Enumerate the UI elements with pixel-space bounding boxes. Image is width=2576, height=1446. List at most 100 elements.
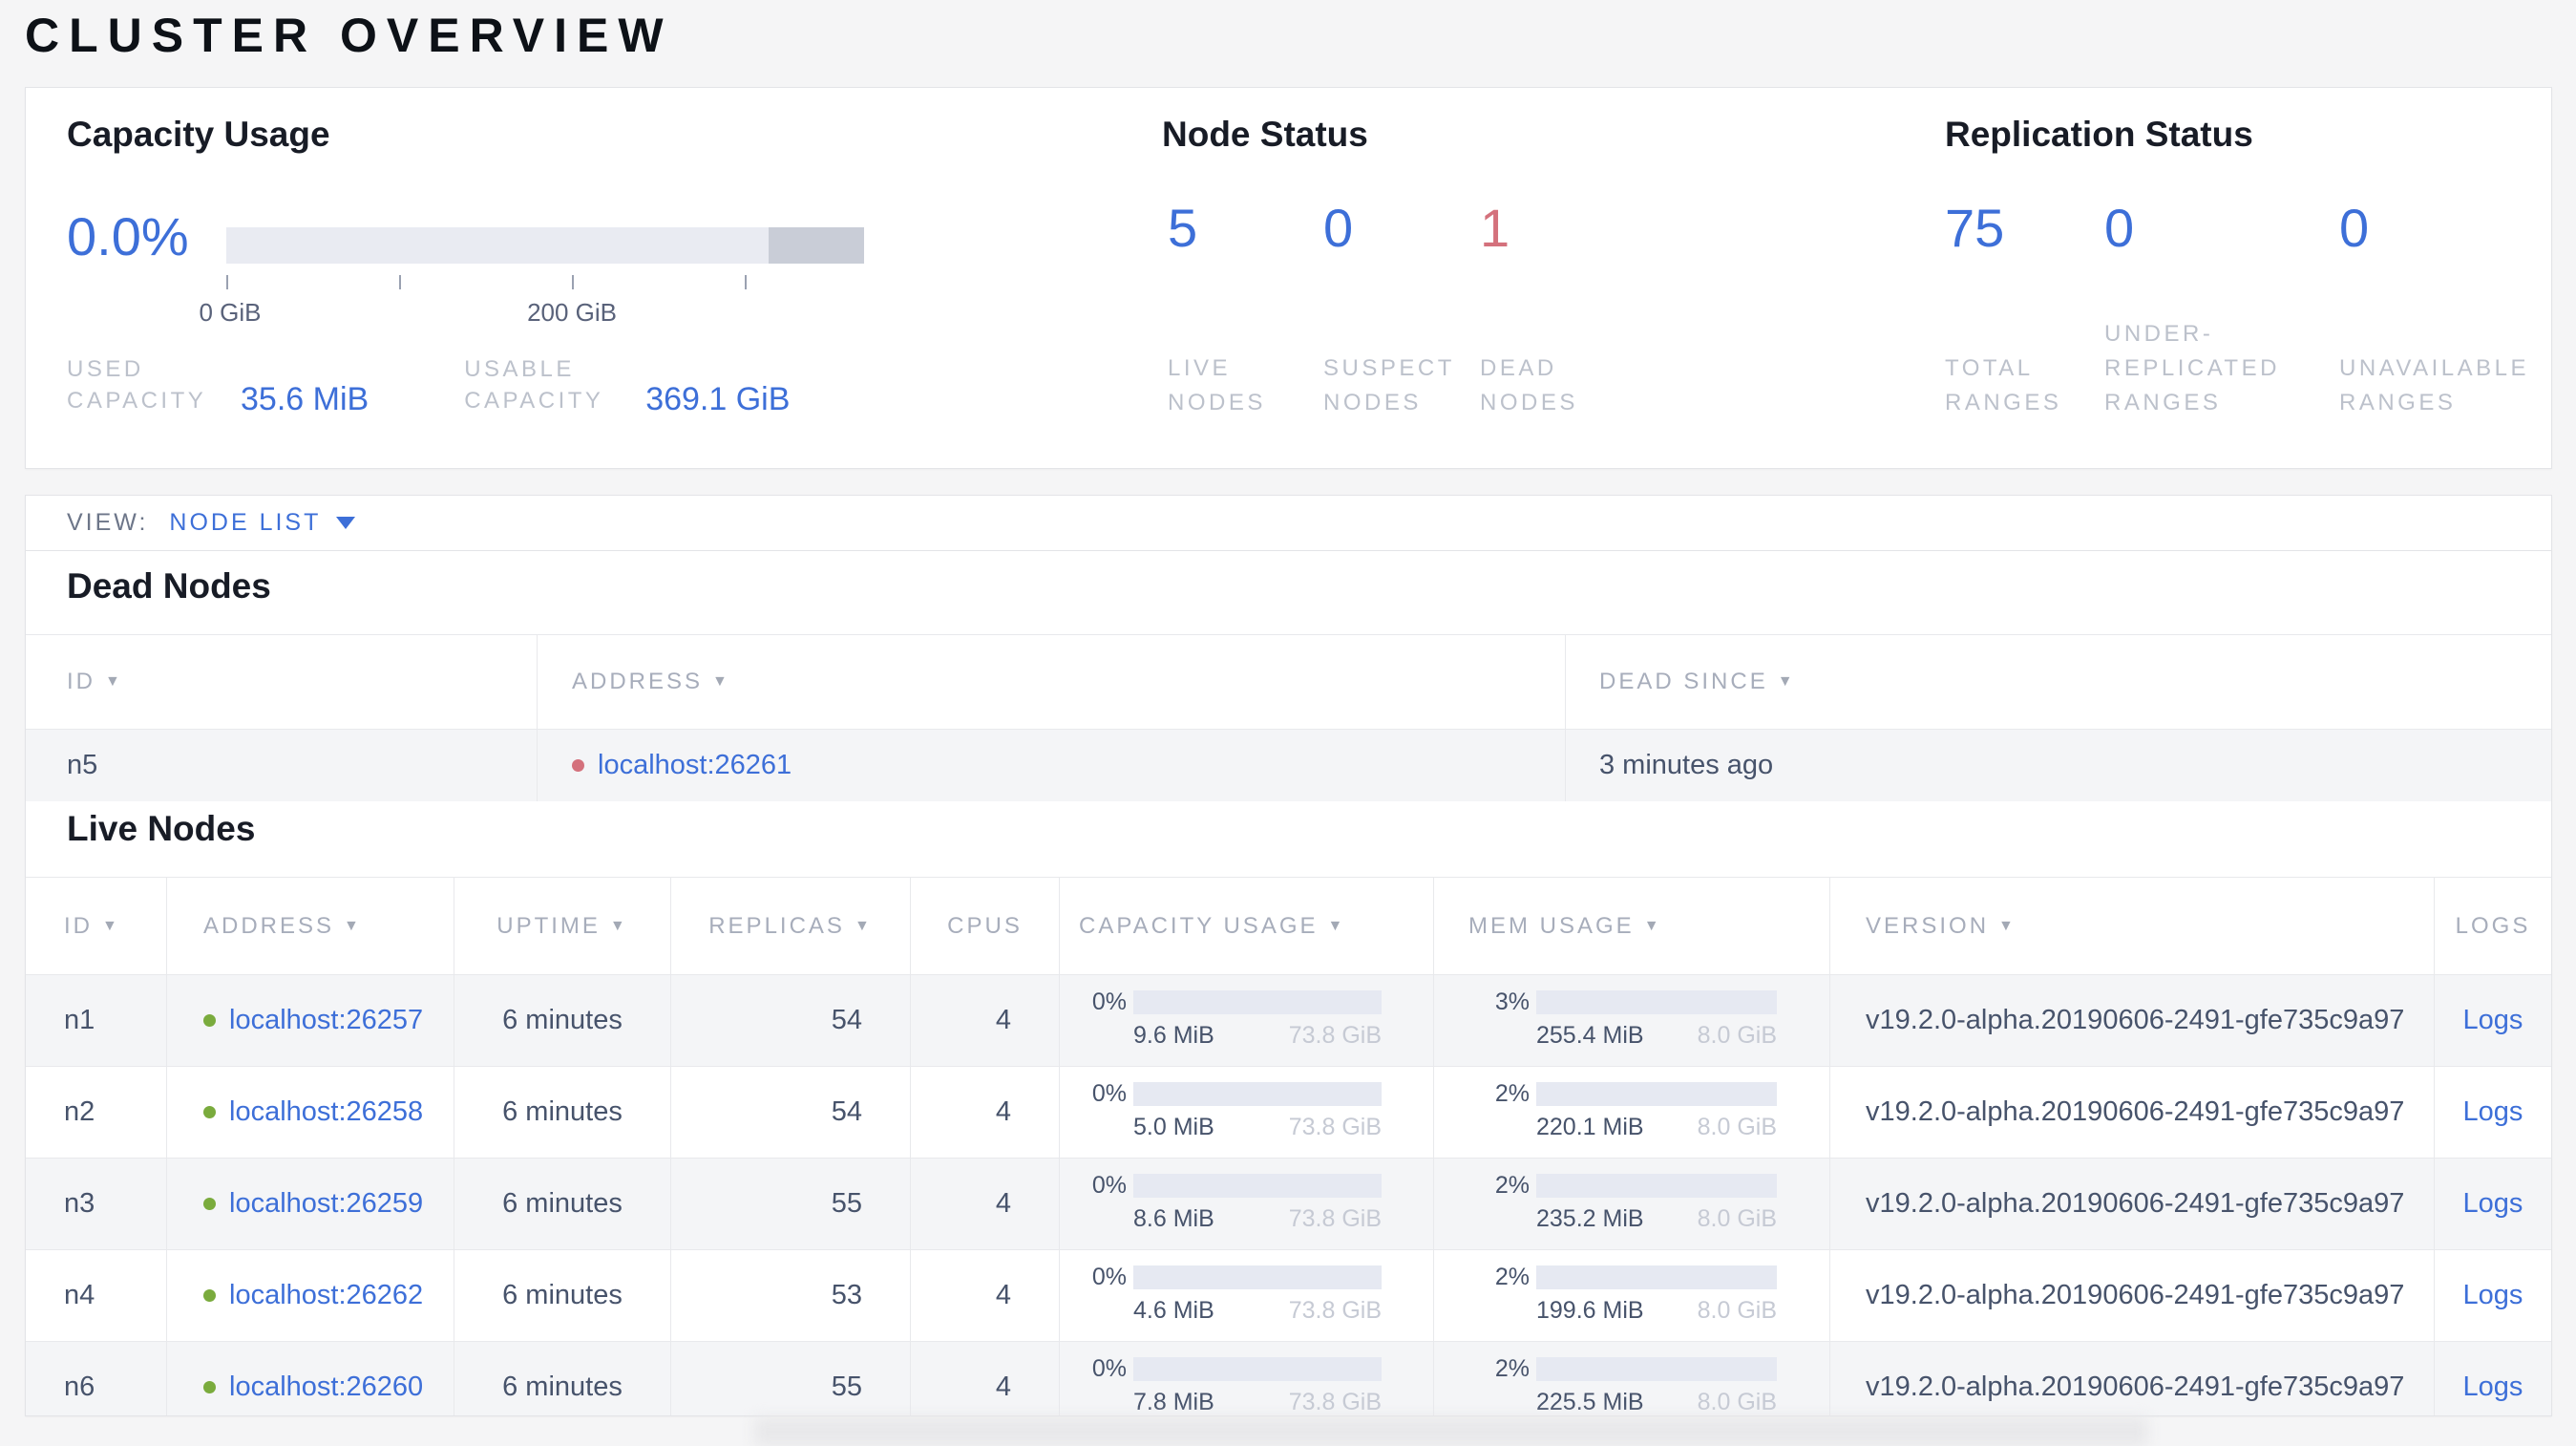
capacity-usage-widget: 0% 4.6 MiB 73.8 GiB	[1060, 1264, 1382, 1325]
sort-desc-icon: ▼	[1643, 917, 1662, 934]
live-nodes-header-row: ID ▼ ADDRESS ▼ UPTIME ▼ REPLICAS ▼ CPUS	[26, 877, 2551, 974]
total-ranges-metric: 75 TOTAL RANGES	[1945, 195, 2093, 420]
cell-uptime: 6 minutes	[454, 975, 670, 1066]
column-header-uptime[interactable]: UPTIME ▼	[454, 878, 670, 974]
page-title: CLUSTER OVERVIEW	[25, 9, 673, 62]
capacity-mini-bar	[1133, 1356, 1382, 1381]
cell-node-id: n1	[64, 1005, 95, 1035]
cell-mem-usage: 2% 220.1 MiB 8.0 GiB	[1433, 1067, 1829, 1158]
column-header-version[interactable]: VERSION ▼	[1829, 878, 2434, 974]
cell-mem-usage: 3% 255.4 MiB 8.0 GiB	[1433, 975, 1829, 1066]
capacity-percent: 0%	[1091, 1079, 1127, 1107]
node-address-link[interactable]: localhost:26259	[229, 1188, 423, 1220]
logs-link[interactable]: Logs	[2463, 1280, 2523, 1311]
column-header-mem-usage[interactable]: MEM USAGE ▼	[1433, 878, 1829, 974]
column-header-id[interactable]: ID ▼	[26, 635, 537, 729]
cell-capacity-usage: 0% 5.0 MiB 73.8 GiB	[1059, 1067, 1433, 1158]
capacity-usage-widget: 0% 7.8 MiB 73.8 GiB	[1060, 1355, 1382, 1416]
column-header-capacity-usage[interactable]: CAPACITY USAGE ▼	[1059, 878, 1433, 974]
mem-usage-widget: 2% 235.2 MiB 8.0 GiB	[1434, 1172, 1777, 1233]
mem-usage-widget: 2% 199.6 MiB 8.0 GiB	[1434, 1264, 1777, 1325]
capacity-percent: 0%	[1091, 988, 1127, 1015]
node-address-link[interactable]: localhost:26261	[598, 750, 792, 781]
logs-link[interactable]: Logs	[2463, 1096, 2523, 1128]
logs-link[interactable]: Logs	[2463, 1005, 2523, 1036]
capacity-used-value: 4.6 MiB	[1133, 1296, 1214, 1324]
cell-uptime: 6 minutes	[454, 1067, 670, 1158]
dead-node-row: n5 localhost:26261 3 minutes ago	[26, 729, 2551, 801]
cell-mem-usage: 2% 235.2 MiB 8.0 GiB	[1433, 1159, 1829, 1249]
node-address-link[interactable]: localhost:26258	[229, 1096, 423, 1128]
capacity-used-value: 7.8 MiB	[1133, 1388, 1214, 1415]
view-dropdown[interactable]: NODE LIST	[169, 509, 356, 537]
cell-version: v19.2.0-alpha.20190606-2491-gfe735c9a97	[1829, 1067, 2434, 1158]
live-node-row: n3 localhost:26259 6 minutes 55 4 0% 8.6…	[26, 1158, 2551, 1249]
capacity-percent: 0.0%	[67, 206, 189, 266]
capacity-max-value: 73.8 GiB	[1288, 1204, 1382, 1232]
unavailable-ranges-count: 0	[2339, 198, 2370, 258]
capacity-usage-widget: 0% 5.0 MiB 73.8 GiB	[1060, 1080, 1382, 1141]
column-header-address[interactable]: ADDRESS ▼	[537, 635, 1565, 729]
live-status-dot-icon	[203, 1198, 216, 1210]
mem-used-value: 225.5 MiB	[1536, 1388, 1644, 1415]
cell-version: v19.2.0-alpha.20190606-2491-gfe735c9a97	[1829, 1159, 2434, 1249]
column-header-cpus[interactable]: CPUS	[910, 878, 1059, 974]
cell-node-id: n6	[64, 1372, 95, 1402]
capacity-percent: 0%	[1091, 1263, 1127, 1290]
header-label: VERSION	[1866, 912, 1990, 939]
mem-max-value: 8.0 GiB	[1697, 1021, 1777, 1049]
nodes-panel: Dead Nodes ID ▼ ADDRESS ▼ DEAD SINCE ▼ n…	[25, 550, 2552, 1416]
capacity-percent: 0%	[1091, 1354, 1127, 1382]
mem-max-value: 8.0 GiB	[1697, 1388, 1777, 1415]
header-label: CAPACITY USAGE	[1079, 912, 1319, 939]
usable-capacity-value: 369.1 GiB	[645, 381, 791, 417]
capacity-stats: USED CAPACITY 35.6 MiB USABLE CAPACITY 3…	[67, 353, 791, 417]
live-node-row: n1 localhost:26257 6 minutes 54 4 0% 9.6…	[26, 974, 2551, 1066]
cell-replicas: 55	[670, 1342, 910, 1415]
header-label: MEM USAGE	[1468, 912, 1635, 939]
dead-nodes-table: ID ▼ ADDRESS ▼ DEAD SINCE ▼ n5 localhost…	[26, 634, 2551, 801]
live-status-dot-icon	[203, 1014, 216, 1027]
cell-replicas: 53	[670, 1250, 910, 1341]
cell-version: v19.2.0-alpha.20190606-2491-gfe735c9a97	[1829, 1250, 2434, 1341]
dead-nodes-header-row: ID ▼ ADDRESS ▼ DEAD SINCE ▼	[26, 634, 2551, 729]
node-address-link[interactable]: localhost:26260	[229, 1372, 423, 1403]
replication-status-title: Replication Status	[1945, 115, 2253, 154]
mem-usage-widget: 2% 225.5 MiB 8.0 GiB	[1434, 1355, 1777, 1416]
cell-address: localhost:26259	[166, 1159, 454, 1249]
mem-usage-widget: 3% 255.4 MiB 8.0 GiB	[1434, 989, 1777, 1050]
suspect-nodes-label: SUSPECT NODES	[1323, 355, 1455, 415]
mem-mini-bar	[1536, 1173, 1777, 1198]
column-header-dead-since[interactable]: DEAD SINCE ▼	[1565, 635, 2551, 729]
cell-cpus: 4	[910, 1159, 1059, 1249]
logs-link[interactable]: Logs	[2463, 1188, 2523, 1220]
under-replicated-count: 0	[2104, 198, 2135, 258]
column-header-address[interactable]: ADDRESS ▼	[166, 878, 454, 974]
cell-replicas: 55	[670, 1159, 910, 1249]
axis-tick	[745, 275, 748, 289]
cell-address: localhost:26260	[166, 1342, 454, 1415]
capacity-usage-title: Capacity Usage	[67, 115, 330, 154]
sort-desc-icon: ▼	[105, 673, 123, 690]
column-header-id[interactable]: ID ▼	[26, 878, 166, 974]
sort-desc-icon: ▼	[102, 917, 120, 934]
sort-desc-icon: ▼	[854, 917, 873, 934]
logs-link[interactable]: Logs	[2463, 1372, 2523, 1403]
unavailable-ranges-metric: 0 UNAVAILABLE RANGES	[2339, 195, 2549, 420]
column-header-replicas[interactable]: REPLICAS ▼	[670, 878, 910, 974]
node-address-link[interactable]: localhost:26262	[229, 1280, 423, 1311]
header-label: UPTIME	[496, 912, 601, 939]
usable-capacity-stat: USABLE CAPACITY 369.1 GiB	[464, 353, 791, 417]
cell-logs: Logs	[2434, 1159, 2551, 1249]
dead-status-dot-icon	[572, 759, 584, 772]
capacity-mini-bar	[1133, 989, 1382, 1014]
mem-usage-widget: 2% 220.1 MiB 8.0 GiB	[1434, 1080, 1777, 1141]
axis-tick-label: 0 GiB	[199, 298, 262, 327]
usable-capacity-label: USABLE CAPACITY	[464, 356, 604, 414]
used-capacity-value: 35.6 MiB	[241, 381, 370, 417]
cell-mem-usage: 2% 225.5 MiB 8.0 GiB	[1433, 1342, 1829, 1416]
live-node-row: n6 localhost:26260 6 minutes 55 4 0% 7.8…	[26, 1341, 2551, 1416]
axis-tick	[226, 275, 228, 289]
node-address-link[interactable]: localhost:26257	[229, 1005, 423, 1036]
dead-nodes-metric: 1 DEAD NODES	[1480, 195, 1623, 420]
